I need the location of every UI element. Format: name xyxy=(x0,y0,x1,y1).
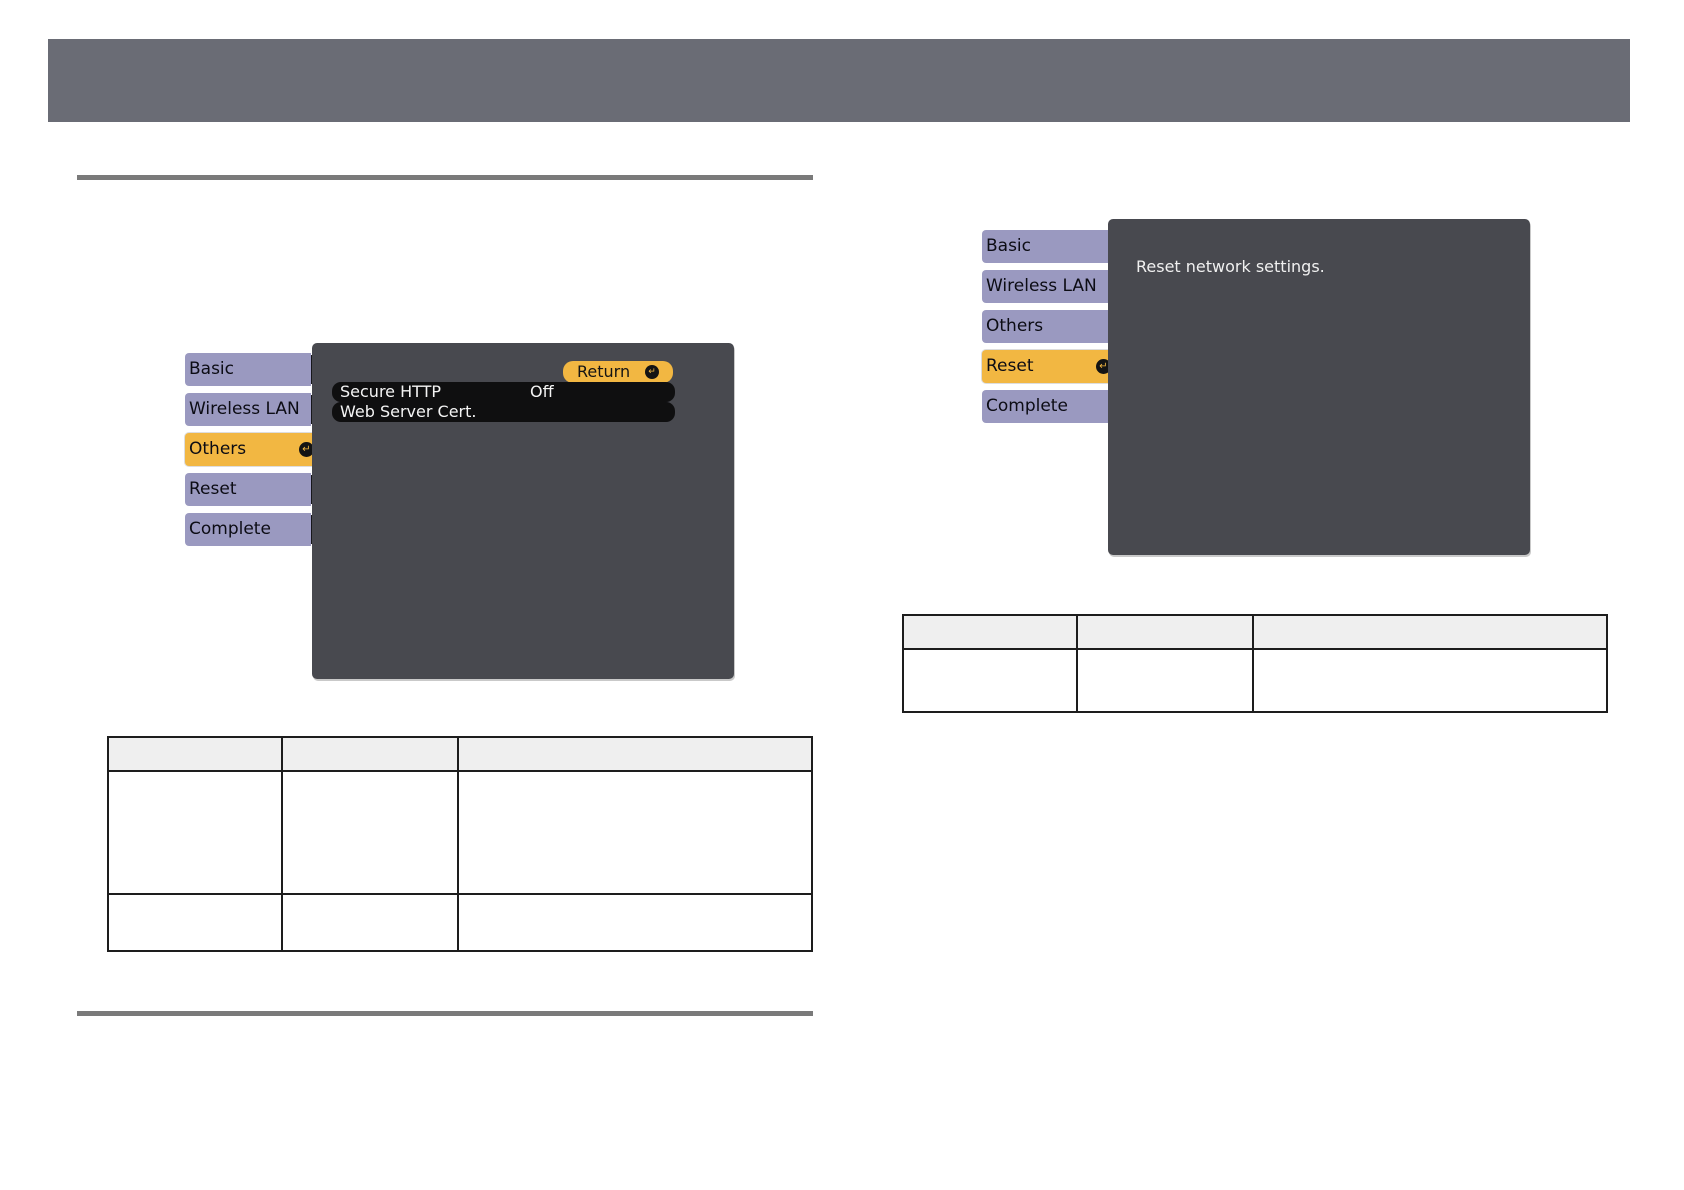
table-cell xyxy=(281,770,459,895)
tab-label: Wireless LAN xyxy=(189,399,300,419)
tab-complete[interactable]: Complete xyxy=(185,513,320,546)
tab-label: Others xyxy=(986,316,1044,336)
table-header-cell xyxy=(1252,614,1608,650)
tab-reset[interactable]: Reset xyxy=(185,473,320,506)
tab-others[interactable]: Others xyxy=(982,310,1117,343)
web-server-cert-row[interactable]: Web Server Cert. xyxy=(332,402,675,422)
secure-http-row[interactable]: Secure HTTP Off xyxy=(332,382,675,402)
tab-label: Complete xyxy=(986,396,1068,416)
table-cell xyxy=(1252,648,1608,713)
tab-others[interactable]: Others ↵ xyxy=(185,433,319,466)
enter-icon: ↵ xyxy=(645,365,659,379)
osd-panel: Reset network settings. xyxy=(1108,219,1530,555)
table-header-cell xyxy=(902,614,1078,650)
table-header-cell xyxy=(1076,614,1254,650)
return-label: Return xyxy=(577,362,631,381)
option-label: Web Server Cert. xyxy=(340,402,477,421)
settings-table-left xyxy=(107,736,813,952)
page-header-bar xyxy=(48,39,1630,122)
table-cell xyxy=(107,770,283,895)
table-header-cell xyxy=(107,736,283,772)
table-cell xyxy=(457,770,813,895)
section-rule-top xyxy=(77,175,813,180)
table-cell xyxy=(457,893,813,952)
tab-label: Wireless LAN xyxy=(986,276,1097,296)
tab-label: Reset xyxy=(986,356,1034,376)
osd-message: Reset network settings. xyxy=(1136,257,1325,276)
table-header-cell xyxy=(457,736,813,772)
table-row xyxy=(107,770,813,895)
tab-basic[interactable]: Basic xyxy=(982,230,1117,263)
tab-label: Basic xyxy=(189,359,235,379)
table-header-row xyxy=(902,614,1608,650)
table-cell xyxy=(107,893,283,952)
table-cell xyxy=(902,648,1078,713)
tab-wireless-lan[interactable]: Wireless LAN xyxy=(982,270,1117,303)
tab-reset[interactable]: Reset ↵ xyxy=(982,350,1116,383)
option-label: Secure HTTP xyxy=(340,382,442,401)
table-header-row xyxy=(107,736,813,772)
tab-label: Basic xyxy=(986,236,1032,256)
option-value: Off xyxy=(530,382,554,401)
table-cell xyxy=(1076,648,1254,713)
tab-complete[interactable]: Complete xyxy=(982,390,1117,423)
tab-wireless-lan[interactable]: Wireless LAN xyxy=(185,393,320,426)
table-row xyxy=(107,893,813,952)
tab-label: Others xyxy=(189,439,247,459)
table-row xyxy=(902,648,1608,713)
table-cell xyxy=(281,893,459,952)
tab-label: Reset xyxy=(189,479,237,499)
osd-panel: Return ↵ Secure HTTP Off Web Server Cert… xyxy=(312,343,734,679)
return-button[interactable]: Return ↵ xyxy=(563,361,673,383)
tab-label: Complete xyxy=(189,519,271,539)
table-header-cell xyxy=(281,736,459,772)
settings-table-right xyxy=(902,614,1608,713)
tab-basic[interactable]: Basic xyxy=(185,353,320,386)
section-rule-bottom xyxy=(77,1011,813,1016)
